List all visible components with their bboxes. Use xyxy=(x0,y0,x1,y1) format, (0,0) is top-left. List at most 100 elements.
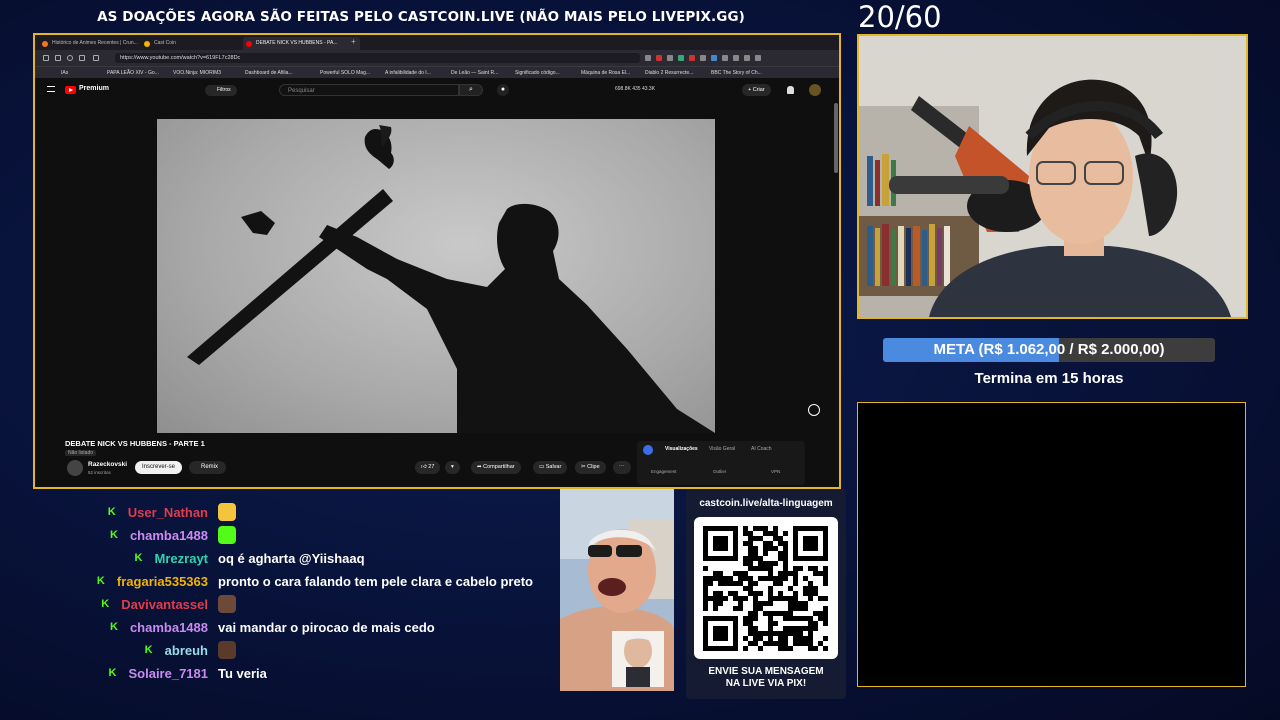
qr-module xyxy=(753,616,758,621)
filters-button[interactable]: Filtros xyxy=(205,85,237,96)
panel-subtab[interactable]: VPN xyxy=(771,469,780,474)
extension-icon[interactable] xyxy=(656,55,662,61)
bookmark-item[interactable]: A infalibilidade do I... xyxy=(385,68,431,78)
extension-icon[interactable] xyxy=(689,55,695,61)
panel-subtab[interactable]: Engagement xyxy=(651,469,677,474)
create-button[interactable]: + Criar xyxy=(742,84,771,96)
extension-icon[interactable] xyxy=(678,55,684,61)
bookmark-item[interactable]: Diablo 2 Resurrecte... xyxy=(645,68,693,78)
qr-module xyxy=(703,601,708,606)
qr-module xyxy=(743,556,748,561)
qr-module xyxy=(768,566,773,571)
settings-gear-icon[interactable] xyxy=(808,404,820,416)
extension-icon[interactable] xyxy=(645,55,651,61)
remix-button[interactable]: Remix xyxy=(189,461,227,474)
browser-tab[interactable]: Cast Coin xyxy=(141,37,250,50)
forward-icon[interactable] xyxy=(55,55,61,61)
qr-module xyxy=(783,576,788,581)
bookmark-item[interactable]: PAPA LEÃO XIV - Go... xyxy=(107,68,159,78)
bookmark-icon[interactable] xyxy=(93,55,99,61)
qr-module xyxy=(728,576,733,581)
channel-avatar[interactable] xyxy=(67,460,83,476)
youtube-logo-icon[interactable] xyxy=(65,86,76,94)
qr-module xyxy=(748,616,753,621)
more-actions-button[interactable]: ⋯ xyxy=(613,461,631,474)
qr-module xyxy=(803,606,808,611)
qr-module xyxy=(743,576,748,581)
chat-text: oq é agharta @Yiishaaq xyxy=(218,550,365,566)
hamburger-menu-icon[interactable] xyxy=(47,86,55,92)
like-button[interactable]: 👍︎ 27 xyxy=(415,461,441,474)
goal-ends-text: Termina em 15 horas xyxy=(974,370,1124,387)
qr-module xyxy=(733,596,738,601)
panel-subtab[interactable]: Outlier xyxy=(713,469,726,474)
bookmark-item[interactable]: Powerful SOLO Mag... xyxy=(320,68,370,78)
bookmark-item[interactable]: VOO.Ninja: MIORIM3 xyxy=(173,68,221,78)
qr-module xyxy=(803,626,808,631)
qr-url[interactable]: castcoin.live/alta-linguagem xyxy=(686,498,846,509)
bookmark-item[interactable]: Dashboard de Afilia... xyxy=(245,68,293,78)
chat-message-body xyxy=(218,525,236,545)
qr-module xyxy=(803,601,808,606)
channel-stats: 698.8K 435 43.3K xyxy=(615,86,656,92)
qr-module xyxy=(753,581,758,586)
qr-module xyxy=(733,581,738,586)
avatar[interactable] xyxy=(809,84,821,96)
qr-module xyxy=(768,541,773,546)
search-icon[interactable]: ⌕ xyxy=(459,84,483,96)
video-player[interactable] xyxy=(35,103,839,433)
extension-icon[interactable] xyxy=(711,55,717,61)
extension-icon[interactable] xyxy=(733,55,739,61)
panel-tab[interactable]: Visão Geral xyxy=(709,446,735,452)
qr-module xyxy=(793,631,798,636)
subscribe-button[interactable]: Inscrever-se xyxy=(135,461,183,474)
reload-icon[interactable] xyxy=(67,55,73,61)
qr-module xyxy=(748,591,753,596)
save-button[interactable]: ▭ Salvar xyxy=(533,461,568,474)
home-icon[interactable] xyxy=(79,55,85,61)
share-button[interactable]: ➦ Compartilhar xyxy=(471,461,521,474)
qr-module xyxy=(753,546,758,551)
bookmark-item[interactable]: De Leão — Saint R... xyxy=(451,68,498,78)
bookmark-item[interactable]: BBC The Story of Ch... xyxy=(711,68,762,78)
qr-module xyxy=(783,541,788,546)
bookmark-item[interactable]: IAs xyxy=(61,68,68,78)
browser-tab-active[interactable]: DEBATE NICK VS HUBBENS - PA... xyxy=(243,37,360,50)
qr-module xyxy=(753,526,758,531)
panel-tab[interactable]: AI Coach xyxy=(751,446,772,452)
youtube-header: Premium Filtros Pesquisar ⌕ ● 698.8K 435… xyxy=(35,78,839,103)
channel-name[interactable]: Razeckovski xyxy=(88,461,127,468)
new-tab-button[interactable]: + xyxy=(351,37,356,46)
qr-module xyxy=(753,626,758,631)
bell-icon[interactable] xyxy=(787,86,794,94)
menu-icon[interactable] xyxy=(755,55,761,61)
qr-module xyxy=(823,596,828,601)
address-input[interactable]: https://www.youtube.com/watch?v=619FL7c2… xyxy=(115,53,640,63)
qr-module xyxy=(703,576,708,581)
qr-module xyxy=(748,641,753,646)
bookmark-item[interactable]: Significado código... xyxy=(515,68,560,78)
qr-module xyxy=(823,606,828,611)
search-input[interactable]: Pesquisar xyxy=(279,84,459,96)
extension-icon[interactable] xyxy=(667,55,673,61)
back-icon[interactable] xyxy=(43,55,49,61)
mic-icon[interactable]: ● xyxy=(497,84,509,96)
page-scrollbar[interactable] xyxy=(834,103,838,173)
chat-message-body: Tu veria xyxy=(218,663,267,683)
extension-icon[interactable] xyxy=(700,55,706,61)
browser-tab[interactable]: Histórico de Animes Recentes | Crun... xyxy=(39,37,148,50)
bookmark-item[interactable]: Máquina de Rosa El... xyxy=(581,68,630,78)
qr-module xyxy=(783,646,788,651)
qr-module xyxy=(753,551,758,556)
qr-module xyxy=(778,571,783,576)
qr-module xyxy=(778,541,783,546)
extension-icon[interactable] xyxy=(722,55,728,61)
qr-module xyxy=(823,611,828,616)
dislike-button[interactable]: ▾ xyxy=(445,461,460,474)
panel-tab[interactable]: Visualizações xyxy=(665,446,698,452)
webcam-feed xyxy=(857,34,1248,319)
extension-icon[interactable] xyxy=(744,55,750,61)
qr-module xyxy=(773,581,778,586)
qr-module xyxy=(768,591,773,596)
clip-button[interactable]: ✂ Clipe xyxy=(575,461,606,474)
